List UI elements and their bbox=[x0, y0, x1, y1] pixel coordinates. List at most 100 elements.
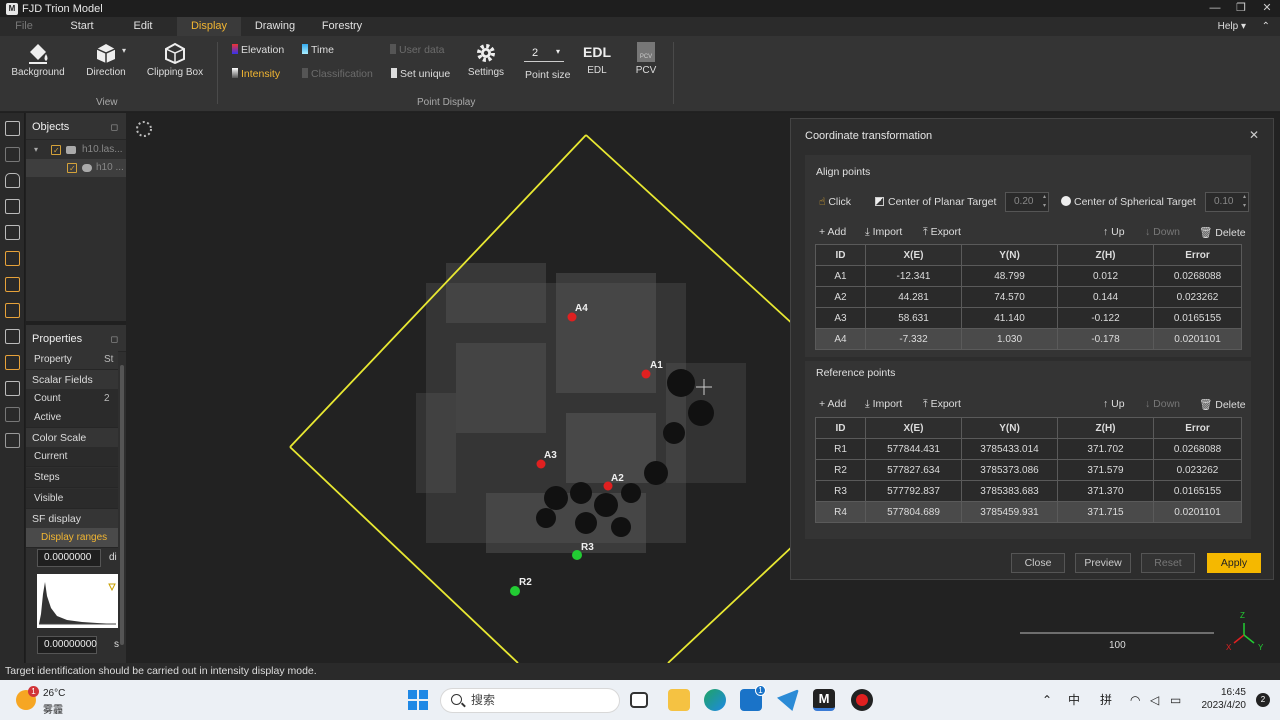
pin-icon[interactable]: ◻ bbox=[111, 325, 118, 353]
intensity-button[interactable]: Intensity bbox=[232, 68, 280, 80]
iso-view-2-icon[interactable] bbox=[5, 381, 20, 396]
edge-browser-icon[interactable] bbox=[704, 689, 726, 711]
ref-import-button[interactable]: ⤓ Import bbox=[865, 398, 902, 411]
ref-delete-button[interactable]: 🗑 Delete bbox=[1199, 398, 1246, 411]
start-button[interactable] bbox=[408, 690, 428, 710]
left-view-icon[interactable] bbox=[5, 303, 20, 318]
preview-button[interactable]: Preview bbox=[1075, 553, 1131, 573]
tree-item-cloud[interactable]: ▾ h10.las... bbox=[26, 141, 126, 160]
minimize-button[interactable]: — bbox=[1202, 0, 1228, 17]
battery-icon[interactable]: ▭ bbox=[1170, 680, 1181, 720]
close-window-button[interactable]: ✕ bbox=[1254, 0, 1280, 17]
center-planar-target-button[interactable]: Center of Planar Target bbox=[875, 196, 996, 208]
table-row[interactable]: A3 58.631 41.140 -0.122 0.0165155 bbox=[815, 307, 1242, 329]
steps-row[interactable]: Steps bbox=[26, 468, 118, 488]
point-size-select[interactable]: 2 ▾ bbox=[524, 46, 564, 62]
iso-view-icon[interactable] bbox=[5, 355, 20, 370]
ref-export-button[interactable]: ⤒ Export bbox=[923, 398, 961, 411]
elevation-button[interactable]: Elevation bbox=[232, 44, 284, 56]
wifi-icon[interactable]: ◠ bbox=[1130, 680, 1140, 720]
file-explorer-icon[interactable] bbox=[668, 689, 690, 711]
table-row[interactable]: R4 577804.689 3785459.931 371.715 0.0201101 bbox=[815, 501, 1242, 523]
time-button[interactable]: Time bbox=[302, 44, 334, 56]
mail-app-icon[interactable] bbox=[777, 689, 799, 711]
menu-file[interactable]: File bbox=[6, 17, 42, 36]
planar-target-size-input[interactable]: 0.20 bbox=[1005, 192, 1049, 212]
bottom-view-icon[interactable] bbox=[5, 277, 20, 292]
direction-button[interactable]: Direction ▾ bbox=[80, 42, 132, 78]
dialog-close-icon[interactable]: ✕ bbox=[1249, 128, 1259, 142]
ref-up-button[interactable]: ↑ Up bbox=[1103, 398, 1125, 410]
ime-mode-icon[interactable]: 中 bbox=[1068, 680, 1080, 720]
menu-forestry[interactable]: Forestry bbox=[316, 17, 368, 36]
system-clock[interactable]: 16:45 2023/4/20 bbox=[1202, 686, 1247, 712]
fjd-trion-app-icon[interactable]: M bbox=[813, 689, 835, 711]
help-menu[interactable]: Help ▾ bbox=[1218, 17, 1246, 36]
expand-icon[interactable]: ▾ bbox=[34, 141, 38, 159]
table-row[interactable]: R2 577827.634 3785373.086 371.579 0.023262 bbox=[815, 459, 1242, 481]
current-row[interactable]: Current bbox=[26, 447, 118, 467]
task-view-icon[interactable] bbox=[630, 692, 648, 708]
lock-icon[interactable] bbox=[5, 173, 20, 188]
spherical-target-size-input[interactable]: 0.10 bbox=[1205, 192, 1249, 212]
front-view-icon[interactable] bbox=[5, 199, 20, 214]
tree-item-child[interactable]: h10 ... bbox=[26, 159, 126, 178]
apply-button[interactable]: Apply bbox=[1207, 553, 1261, 573]
dialog-close-button[interactable]: Close bbox=[1011, 553, 1065, 573]
visibility-checkbox[interactable] bbox=[51, 142, 61, 160]
user-data-button[interactable]: User data bbox=[390, 44, 445, 56]
properties-scrollbar[interactable] bbox=[120, 365, 124, 645]
taskbar-search-box[interactable]: 搜索 bbox=[440, 688, 620, 713]
ref-down-button[interactable]: ↓ Down bbox=[1145, 398, 1180, 410]
table-row[interactable]: R1 577844.431 3785433.014 371.702 0.0268088 bbox=[815, 438, 1242, 460]
menu-drawing[interactable]: Drawing bbox=[250, 17, 300, 36]
layer-tool-icon[interactable] bbox=[5, 147, 20, 162]
classification-button[interactable]: Classification bbox=[302, 68, 373, 80]
menu-display[interactable]: Display bbox=[177, 17, 241, 36]
click-tool-button[interactable]: ☝ Click bbox=[819, 196, 851, 208]
center-spherical-target-button[interactable]: Center of Spherical Target bbox=[1061, 196, 1196, 208]
range-min-input[interactable]: 0.0000000 bbox=[37, 549, 101, 567]
notification-badge[interactable]: 2 bbox=[1256, 693, 1270, 707]
view-tool-icon[interactable] bbox=[5, 121, 20, 136]
top-view-icon[interactable] bbox=[5, 251, 20, 266]
edl-button[interactable]: EDL EDL bbox=[580, 44, 614, 76]
align-import-button[interactable]: ⤓ Import bbox=[865, 226, 902, 239]
pcv-button[interactable]: PCV PCV bbox=[630, 42, 662, 76]
active-row[interactable]: Active bbox=[26, 408, 118, 428]
tray-overflow-icon[interactable]: ⌃ bbox=[1042, 680, 1052, 720]
visibility-checkbox[interactable] bbox=[67, 160, 77, 178]
record-app-icon[interactable] bbox=[851, 689, 873, 711]
align-delete-button[interactable]: 🗑 Delete bbox=[1199, 226, 1246, 239]
clipping-box-button[interactable]: Clipping Box bbox=[144, 42, 206, 78]
pin-icon[interactable]: ◻ bbox=[111, 113, 118, 141]
reset-button[interactable]: Reset bbox=[1141, 553, 1195, 573]
menu-edit[interactable]: Edit bbox=[124, 17, 162, 36]
right-view-icon[interactable] bbox=[5, 329, 20, 344]
volume-icon[interactable]: ◁ bbox=[1150, 680, 1159, 720]
settings-button[interactable]: Settings bbox=[464, 42, 508, 78]
direction-dropdown-icon[interactable]: ▾ bbox=[122, 46, 126, 55]
align-up-button[interactable]: ↑ Up bbox=[1103, 226, 1125, 238]
table-row[interactable]: A2 44.281 74.570 0.144 0.023262 bbox=[815, 286, 1242, 308]
ref-add-button[interactable]: + Add bbox=[819, 398, 846, 410]
table-row[interactable]: R3 577792.837 3785383.683 371.370 0.0165155 bbox=[815, 480, 1242, 502]
range-max-input[interactable]: 0.00000000 bbox=[37, 636, 97, 654]
restore-button[interactable]: ❐ bbox=[1228, 0, 1254, 17]
menu-start[interactable]: Start bbox=[62, 17, 102, 36]
collapse-ribbon-icon[interactable]: ⌃ bbox=[1262, 17, 1270, 36]
set-unique-button[interactable]: Set unique bbox=[391, 68, 450, 80]
histogram[interactable] bbox=[37, 574, 118, 628]
measure-icon[interactable] bbox=[5, 407, 20, 422]
align-export-button[interactable]: ⤒ Export bbox=[923, 226, 961, 239]
crop-icon[interactable] bbox=[5, 433, 20, 448]
display-ranges-row[interactable]: Display ranges bbox=[26, 528, 118, 548]
visible-row[interactable]: Visible bbox=[26, 489, 118, 509]
ime-pinyin-icon[interactable]: 拼 bbox=[1100, 680, 1112, 720]
table-row[interactable]: A4 -7.332 1.030 -0.178 0.0201101 bbox=[815, 328, 1242, 350]
background-button[interactable]: Background bbox=[8, 42, 68, 78]
table-row[interactable]: A1 -12.341 48.799 0.012 0.0268088 bbox=[815, 265, 1242, 287]
align-add-button[interactable]: + Add bbox=[819, 226, 846, 238]
back-view-icon[interactable] bbox=[5, 225, 20, 240]
align-down-button[interactable]: ↓ Down bbox=[1145, 226, 1180, 238]
